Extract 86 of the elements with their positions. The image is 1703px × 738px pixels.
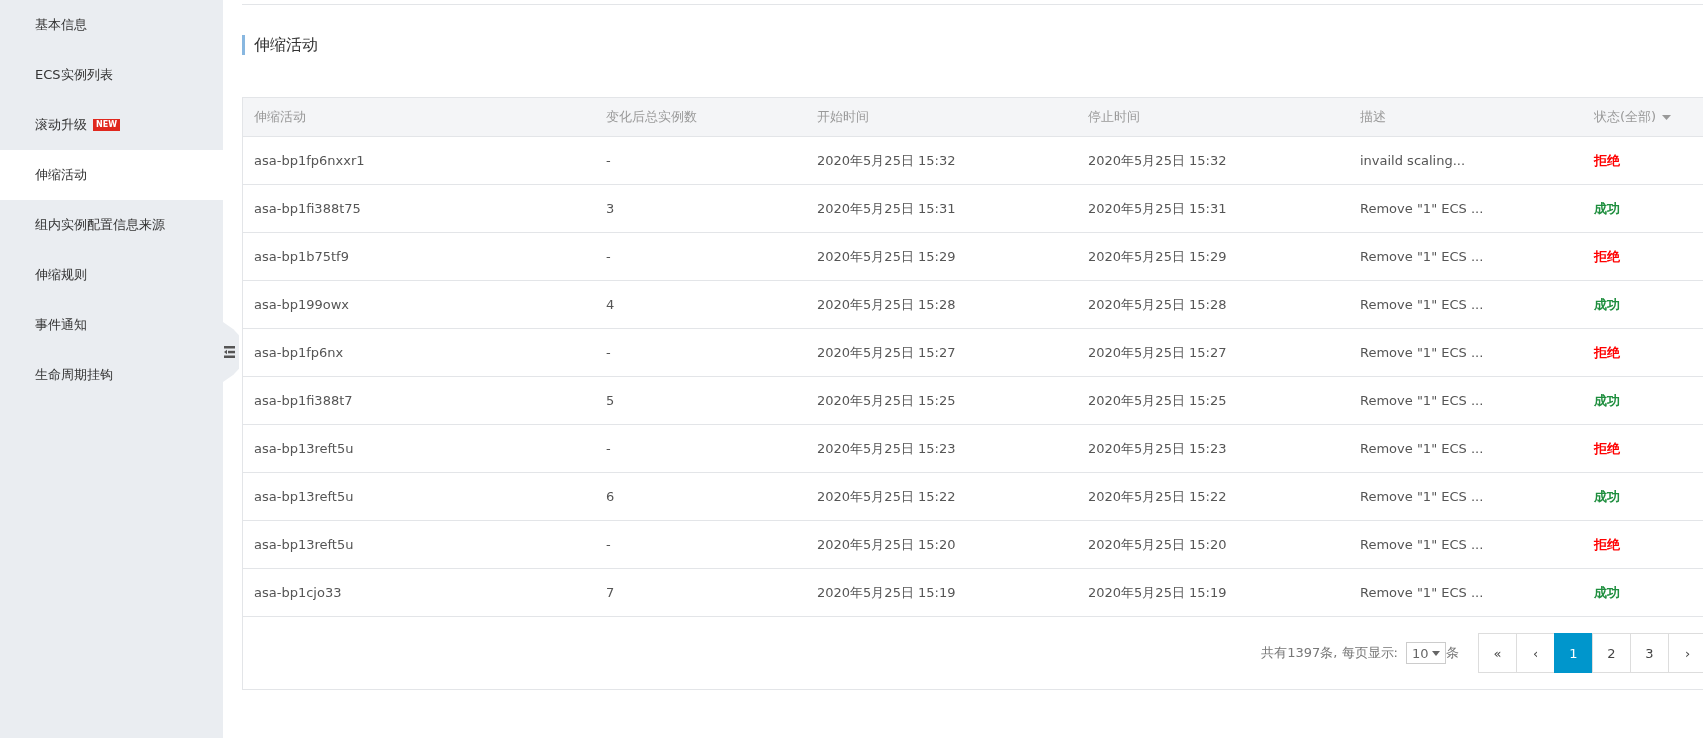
table-cell-text: asa-bp1b75tf9 — [253, 249, 350, 264]
table-cell-text: Remove "1" ECS ... — [1359, 345, 1485, 360]
table-cell-text: 4 — [605, 297, 616, 312]
column-header: 描述 — [1359, 108, 1387, 126]
table-cell-text: asa-bp13reft5u — [253, 441, 355, 456]
table-cell-text: Remove "1" ECS ... — [1359, 249, 1485, 264]
table-cell-text: asa-bp1fp6nx — [253, 345, 345, 360]
sidebar-item[interactable]: 伸缩规则 — [0, 250, 223, 300]
status-text: 成功 — [1594, 487, 1620, 506]
status-text: 成功 — [1594, 583, 1620, 602]
table-cell-text: - — [605, 249, 612, 264]
new-badge: NEW — [93, 119, 120, 131]
page-size-select[interactable]: 10 — [1406, 642, 1446, 664]
table-cell-text: 2020年5月25日 15:25 — [816, 391, 957, 410]
table-cell-text: asa-bp1fi388t7 — [253, 393, 354, 408]
sidebar-item[interactable]: ECS实例列表 — [0, 50, 223, 100]
table-cell-text: asa-bp1cjo33 — [253, 585, 343, 600]
unit-label: 条 — [1446, 644, 1459, 662]
column-header: 开始时间 — [816, 108, 870, 126]
table-cell-text: - — [605, 345, 612, 360]
table-cell-text: - — [605, 441, 612, 456]
table-cell-text: 2020年5月25日 15:27 — [1087, 343, 1228, 362]
column-header: 停止时间 — [1087, 108, 1141, 126]
table-cell-text: asa-bp1fp6nxxr1 — [253, 153, 366, 168]
table-cell-text: 2020年5月25日 15:23 — [1087, 439, 1228, 458]
table-cell-text: 2020年5月25日 15:29 — [816, 247, 957, 266]
table-cell-text: asa-bp13reft5u — [253, 537, 355, 552]
table-cell-text: asa-bp199owx — [253, 297, 350, 312]
page-button[interactable]: « — [1478, 633, 1517, 673]
sidebar-item[interactable]: 基本信息 — [0, 0, 223, 50]
table-cell-text: 6 — [605, 489, 616, 504]
sidebar-item[interactable]: 伸缩活动 — [0, 150, 223, 200]
table-cell-text: 2020年5月25日 15:25 — [1087, 391, 1228, 410]
status-text: 拒绝 — [1594, 151, 1620, 170]
table-cell-text: - — [605, 153, 612, 168]
section-title: 伸缩活动 — [242, 35, 318, 55]
table-cell-text: - — [605, 537, 612, 552]
table-cell-text: 2020年5月25日 15:31 — [1087, 199, 1228, 218]
caret-icon — [1662, 114, 1672, 120]
page-button[interactable]: › — [1668, 633, 1703, 673]
table-cell-text: 2020年5月25日 15:20 — [1087, 535, 1228, 554]
page-button[interactable]: ‹ — [1516, 633, 1555, 673]
status-text: 拒绝 — [1594, 439, 1620, 458]
sidebar-item[interactable]: 事件通知 — [0, 300, 223, 350]
table-cell-text: Remove "1" ECS ... — [1359, 537, 1485, 552]
table-cell-text: asa-bp13reft5u — [253, 489, 355, 504]
table-cell-text: 2020年5月25日 15:32 — [1087, 151, 1228, 170]
sidebar-item[interactable]: 生命周期挂钩 — [0, 350, 223, 400]
table-cell-text: Remove "1" ECS ... — [1359, 393, 1485, 408]
table-cell-text: asa-bp1fi388t75 — [253, 201, 362, 216]
table-cell-text: 2020年5月25日 15:31 — [816, 199, 957, 218]
status-text: 拒绝 — [1594, 535, 1620, 554]
table-cell-text: 2020年5月25日 15:22 — [1087, 487, 1228, 506]
sidebar-item[interactable]: 滚动升级 NEW — [0, 100, 223, 150]
column-header: 变化后总实例数 — [605, 108, 698, 126]
table-cell-text: 2020年5月25日 15:32 — [816, 151, 957, 170]
status-text: 成功 — [1594, 391, 1620, 410]
collapse-icon — [224, 346, 235, 358]
page-button[interactable]: 2 — [1592, 633, 1631, 673]
column-header: 伸缩活动 — [253, 108, 307, 126]
table-cell-text: 2020年5月25日 15:28 — [816, 295, 957, 314]
table-cell-text: Remove "1" ECS ... — [1359, 441, 1485, 456]
status-text: 成功 — [1594, 295, 1620, 314]
table-cell-text: 2020年5月25日 15:23 — [816, 439, 957, 458]
table-cell-text: Remove "1" ECS ... — [1359, 201, 1485, 216]
status-text: 拒绝 — [1594, 247, 1620, 266]
table-cell-text: invaild scaling... — [1359, 153, 1467, 168]
table-cell-text: 5 — [605, 393, 616, 408]
status-text: 成功 — [1594, 199, 1620, 218]
table-cell-text: 3 — [605, 201, 616, 216]
status-text: 拒绝 — [1594, 343, 1620, 362]
table-cell-text: Remove "1" ECS ... — [1359, 585, 1485, 600]
table-cell-text: 2020年5月25日 15:28 — [1087, 295, 1228, 314]
table-cell-text: 2020年5月25日 15:19 — [1087, 583, 1228, 602]
table-cell-text: 2020年5月25日 15:19 — [816, 583, 957, 602]
table-cell-text: 2020年5月25日 15:20 — [816, 535, 957, 554]
table-cell-text: 2020年5月25日 15:29 — [1087, 247, 1228, 266]
sidebar-item[interactable]: 组内实例配置信息来源 — [0, 200, 223, 250]
caret-icon — [1432, 650, 1440, 656]
table-cell-text: Remove "1" ECS ... — [1359, 297, 1485, 312]
table-cell-text: Remove "1" ECS ... — [1359, 489, 1485, 504]
table-cell-text: 7 — [605, 585, 616, 600]
total-count: 共有1397条, 每页显示: — [1261, 644, 1398, 662]
page-button[interactable]: 3 — [1630, 633, 1669, 673]
table-cell-text: 2020年5月25日 15:22 — [816, 487, 957, 506]
table-cell-text: 2020年5月25日 15:27 — [816, 343, 957, 362]
